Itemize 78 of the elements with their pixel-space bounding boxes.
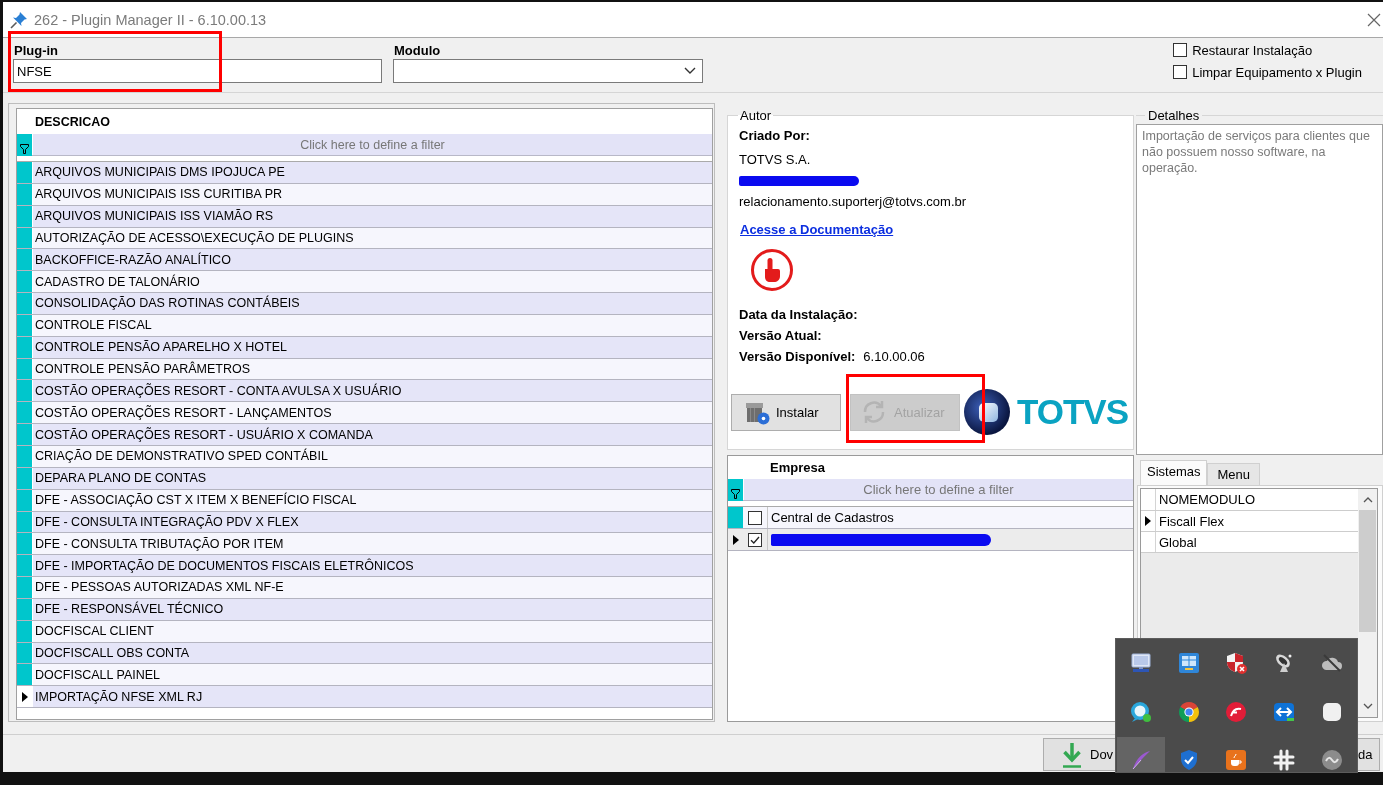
filter-row[interactable]: Click here to define a filter: [744, 479, 1133, 500]
row-checkbox[interactable]: [748, 510, 762, 525]
sphere-logo-icon: [964, 389, 1010, 435]
tab[interactable]: Sistemas: [1140, 460, 1208, 485]
hash-icon[interactable]: [1272, 748, 1297, 772]
author-text: TOTVS S.A.: [739, 152, 812, 168]
segmented-ring-icon[interactable]: [1176, 700, 1201, 724]
install-button[interactable]: Instalar: [731, 393, 841, 431]
plugin-item[interactable]: DFE - CONSULTA INTEGRAÇÃO PDV X FLEX: [33, 511, 712, 533]
plugin-item[interactable]: BACKOFFICE-RAZÃO ANALÍTICO: [33, 249, 712, 271]
footer-button[interactable]: da: [1358, 738, 1380, 771]
plugin-item[interactable]: COSTÃO OPERAÇÕES RESORT - LANÇAMENTOS: [33, 402, 712, 424]
plugin-item[interactable]: DFE - RESPONSÁVEL TÉCNICO: [33, 598, 712, 620]
field-label: Data da Instalação:: [739, 307, 858, 323]
checkbox[interactable]: [1173, 65, 1188, 79]
group-label: Detalhes: [1147, 108, 1201, 123]
disc-icon[interactable]: [1224, 700, 1249, 724]
checkbox-label[interactable]: Limpar Equipamento x Plugin: [1192, 64, 1362, 80]
plugin-item[interactable]: CRIAÇÃO DE DEMONSTRATIVO SPED CONTÁBIL: [33, 445, 712, 467]
checkbox-label[interactable]: Restaurar Instalação: [1192, 42, 1313, 58]
chevron-up-icon[interactable]: [1362, 497, 1373, 503]
documentation-link[interactable]: Acesse a Documentação: [740, 222, 894, 238]
filter-icon[interactable]: [728, 479, 743, 501]
download-icon: [1060, 741, 1084, 768]
chat-bubble-icon[interactable]: [1128, 700, 1153, 724]
filter-row[interactable]: Click here to define a filter: [33, 134, 712, 155]
plugin-item[interactable]: IMPORTAÇÃO NFSE XML RJ: [33, 686, 712, 708]
field-label: Modulo: [393, 43, 441, 59]
plugin-item[interactable]: DOCFISCALL OBS CONTA: [33, 642, 712, 664]
plugin-item[interactable]: CONSOLIDAÇÃO DAS ROTINAS CONTÁBEIS: [33, 293, 712, 314]
window-title: 262 - Plugin Manager II - 6.10.00.13: [34, 11, 268, 28]
circle-icon[interactable]: [1320, 748, 1345, 772]
filter-icon[interactable]: [17, 134, 32, 156]
plugin-item[interactable]: DOCFISCALL PAINEL: [33, 664, 712, 686]
row-checkbox[interactable]: [748, 532, 762, 547]
monitor-icon[interactable]: [1128, 651, 1153, 675]
field-label: Criado Por:: [739, 128, 811, 144]
plugin-item[interactable]: CONTROLE FISCAL: [33, 314, 712, 336]
group-label: Autor: [739, 108, 773, 123]
plugin-item[interactable]: DEPARA PLANO DE CONTAS: [33, 467, 712, 489]
plugin-field[interactable]: NFSE: [13, 59, 382, 83]
column-header[interactable]: Empresa: [767, 456, 825, 479]
field-label: Versão Disponível:: [739, 349, 856, 365]
column-header[interactable]: DESCRICAO: [32, 109, 110, 134]
plugin-item[interactable]: COSTÃO OPERAÇÕES RESORT - USUÁRIO X COMANDA: [33, 424, 712, 445]
plugin-item[interactable]: DFE - PESSOAS AUTORIZADAS XML NF-E: [33, 577, 712, 598]
logo-text: TOTVS: [1017, 392, 1129, 432]
plugin-item[interactable]: COSTÃO OPERAÇÕES RESORT - CONTA AVULSA X USUÁRIO: [33, 380, 712, 402]
field-label: Versão Atual:: [739, 328, 822, 344]
scroll-thumb[interactable]: [1359, 510, 1376, 632]
plugin-item[interactable]: DFE - CONSULTA TRIBUTAÇÃO POR ITEM: [33, 533, 712, 555]
chevron-down-icon: [684, 67, 696, 75]
window-grid-icon[interactable]: [1176, 651, 1201, 675]
plugin-item[interactable]: DFE - IMPORTAÇÃO DE DOCUMENTOS FISCAIS ELETRÔNICOS: [33, 555, 712, 577]
plugin-item[interactable]: ARQUIVOS MUNICIPAIS ISS VIAMÃO RS: [33, 205, 712, 227]
close-icon[interactable]: [1367, 12, 1381, 27]
download-button[interactable]: Dov: [1043, 738, 1118, 771]
shield-cross-icon[interactable]: [1224, 651, 1249, 675]
plugin-item[interactable]: ARQUIVOS MUNICIPAIS DMS IPOJUCA PE: [33, 162, 712, 183]
plugin-item[interactable]: DFE - ASSOCIAÇÃO CST X ITEM X BENEFÍCIO FISCAL: [33, 489, 712, 511]
pushpin-icon: [10, 10, 28, 29]
plugin-item[interactable]: CADASTRO DE TALONÁRIO: [33, 271, 712, 293]
details-field[interactable]: Importação de serviços para clientes que não possuem nosso software, na operação.: [1136, 124, 1383, 455]
arrows-tile-icon[interactable]: [1272, 700, 1297, 724]
plugin-item[interactable]: CONTROLE PENSÃO APARELHO X HOTEL: [33, 336, 712, 358]
chevron-down-icon[interactable]: [1362, 703, 1373, 709]
pointing-hand-icon[interactable]: [750, 248, 794, 292]
tab[interactable]: Menu: [1207, 463, 1260, 485]
cup-icon[interactable]: [1224, 748, 1249, 772]
plugin-item[interactable]: ARQUIVOS MUNICIPAIS ISS CURITIBA PR: [33, 183, 712, 205]
field-value: 6.10.00.06: [863, 349, 925, 365]
plugin-item[interactable]: AUTORIZAÇÃO DE ACESSO\EXECUÇÃO DE PLUGINS: [33, 227, 712, 249]
author-text: relacionamento.suporterj@totvs.com.br: [739, 194, 968, 210]
plugin-item[interactable]: DOCFISCAL CLIENT: [33, 620, 712, 642]
checkbox[interactable]: [1173, 43, 1188, 57]
plugin-item[interactable]: CONTROLE PENSÃO PARÂMETROS: [33, 358, 712, 380]
field-label: Plug-in: [13, 43, 59, 59]
module-dropdown[interactable]: [393, 59, 703, 83]
